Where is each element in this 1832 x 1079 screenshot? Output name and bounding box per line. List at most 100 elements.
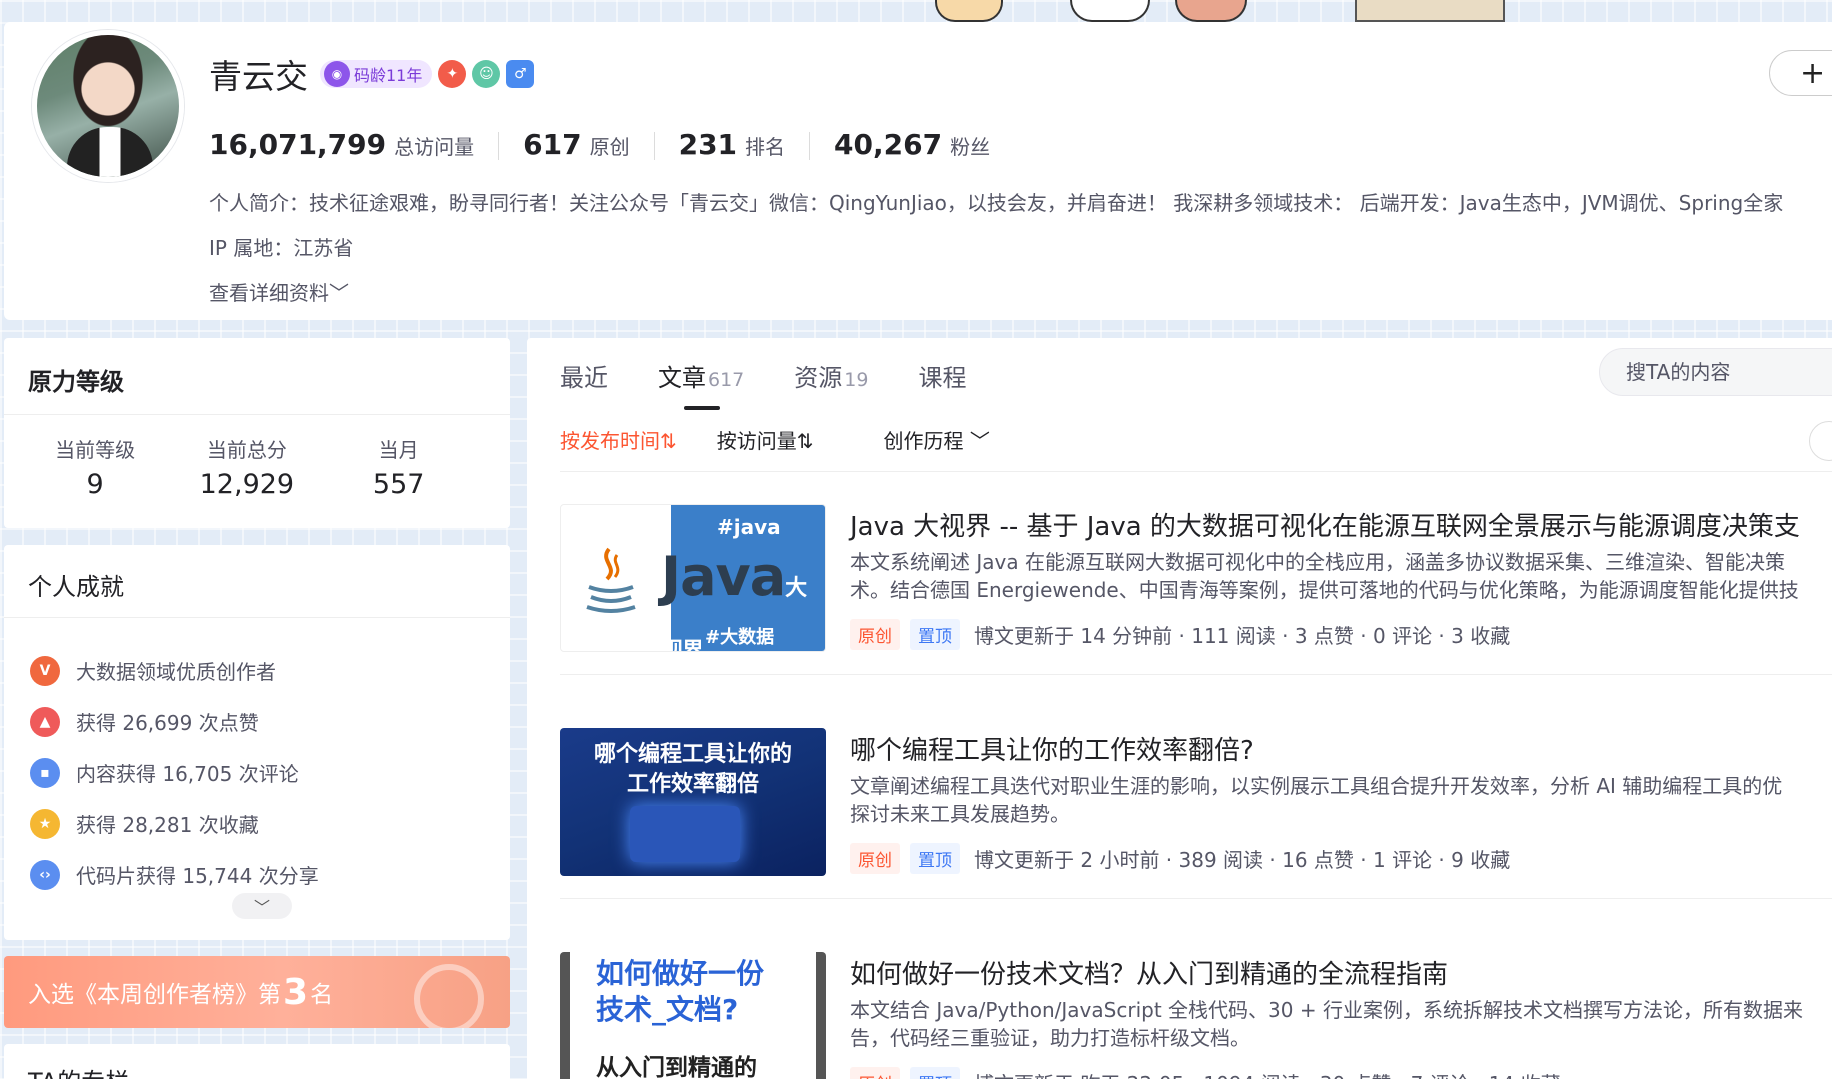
stat-original[interactable]: 617 原创 [498,128,653,161]
current-month-score[interactable]: 当月 557 [308,434,490,500]
stat-value: 557 [372,469,425,500]
article-item[interactable]: 哪个编程工具让你的 工作效率翻倍 哪个编程工具让你的工作效率翻倍? 文章阐述编程… [560,728,1832,878]
creation-history-dropdown[interactable]: 创作历程 ﹀ [884,425,990,454]
stat-fans[interactable]: 40,267 粉丝 [809,131,1014,160]
chevron-down-icon: ﹀ [329,281,349,305]
stat-label: 排名 [745,135,786,159]
plus-icon: + [1800,55,1826,91]
current-level[interactable]: 当前等级 9 [4,434,186,500]
desc-line: 术。结合德国 Energiewende、中国青海等案例，提供可落地的代码与优化策… [850,578,1799,602]
sort-by-time[interactable]: 按发布时间⇅ [560,425,677,454]
current-total-score[interactable]: 当前总分 12,929 [186,434,307,500]
divider [560,674,1832,675]
follow-button[interactable]: + [1769,50,1832,96]
stat-label: 原创 [589,135,630,159]
rank-emblem-icon [414,964,484,1028]
creator-medal-icon[interactable]: ✦ [438,60,467,88]
chevron-down-icon: ﹀ [969,429,990,453]
article-stats: 博文更新于 14 分钟前 · 111 阅读 · 3 点赞 · 0 评论 · 3 … [974,624,1511,648]
article-title[interactable]: Java 大视界 -- 基于 Java 的大数据可视化在能源互联网全景展示与能源… [850,506,1800,543]
force-level-stats: 当前等级 9 当前总分 12,929 当月 557 [4,434,510,500]
header-illustration-panda [1070,0,1150,22]
stat-value: 9 [86,469,104,500]
article-thumbnail[interactable]: 哪个编程工具让你的 工作效率翻倍 [560,728,826,876]
tab-articles[interactable]: 文章 617 [658,358,745,410]
article-meta: 原创 置顶 博文更新于 2 小时前 · 389 阅读 · 16 点赞 · 1 评… [850,843,1510,874]
article-item[interactable]: #java Java大视界 #大数据 Java 大视界 -- 基于 Java 的… [560,504,1832,654]
article-meta: 原创 置顶 博文更新于 昨天 22:05 · 1094 阅读 · 30 点赞 ·… [850,1067,1561,1079]
star-icon: ★ [30,808,60,839]
achievement-item: ★ 获得 28,281 次收藏 [30,798,319,849]
search-input[interactable]: 搜TA的内容 [1599,348,1832,396]
ta-column-card: TA的专栏 [4,1044,510,1079]
article-item[interactable]: 如何做好一份 技术_文档? 从入门到精通的 如何做好一份技术文档？从入门到精通的… [560,952,1832,1079]
sort-by-views[interactable]: 按访问量⇅ [717,425,814,454]
stat-number: 231 [678,128,738,161]
stat-label: 当前等级 [55,438,136,462]
name-row: 青云交 ◉ 码龄11年 ✦ ☺ ♂ [209,50,535,98]
thumb-line: 工作效率翻倍 [626,772,759,797]
divider [560,471,1832,472]
achievement-list: V 大数据领域优质创作者 ▲ 获得 26,699 次点赞 ▪ 内容获得 16,7… [30,645,319,900]
content-panel: 最近 文章 617 资源 19 课程 搜TA的内容 按发布时间⇅ 按访问量⇅ 创作历… [527,338,1832,1079]
stat-value: 12,929 [199,469,295,500]
original-tag: 原创 [850,843,900,874]
robot-icon: ◉ [324,61,350,87]
code-age-badge[interactable]: ◉ 码龄11年 [320,60,433,88]
ip-location: IP 属地：江苏省 [209,236,354,260]
stat-label: 粉丝 [950,135,991,159]
achievement-text: 大数据领域优质创作者 [76,660,276,684]
code-icon: ‹› [30,859,60,890]
desc-line: 探讨未来工具发展趋势。 [850,802,1070,826]
sort-bar: 按发布时间⇅ 按访问量⇅ 创作历程 ﹀ [560,425,990,454]
article-title[interactable]: 如何做好一份技术文档？从入门到精通的全流程指南 [850,954,1448,991]
content-tabs: 最近 文章 617 资源 19 课程 [560,358,966,410]
thumb-title: 哪个编程工具让你的 工作效率翻倍 [560,740,826,800]
user-name: 青云交 [209,57,308,96]
pinned-tag: 置顶 [910,843,960,874]
desc-line: 文章阐述编程工具迭代对职业生涯的影响，以实例展示工具组合提升开发效率，分析 AI… [850,774,1783,798]
rank-number: 3 [283,971,309,1013]
tab-resources[interactable]: 资源 19 [794,358,868,408]
tab-recent[interactable]: 最近 [560,358,608,408]
divider [4,617,510,618]
thumb-up-icon: ▲ [30,706,60,737]
avatar[interactable] [32,30,184,182]
stat-rank[interactable]: 231 排名 [653,128,809,161]
view-details-link[interactable]: 查看详细资料﹀ [209,277,349,306]
tab-label: 文章 [658,364,706,392]
desc-line: 告，代码经三重验证，助力打造标杆级文档。 [850,1026,1250,1050]
rank-suffix: 名 [310,982,334,1008]
original-tag: 原创 [850,1067,900,1079]
thumb-title: 如何做好一份 技术_文档? [596,956,764,1028]
gender-male-icon[interactable]: ♂ [506,60,535,88]
tab-courses[interactable]: 课程 [918,358,966,408]
expand-achievements-button[interactable]: ﹀ [232,893,292,919]
profile-card: 青云交 ◉ 码龄11年 ✦ ☺ ♂ 16,071,799 总访问量 617 原创… [4,22,1832,320]
stat-number: 16,071,799 [209,128,387,161]
stat-number: 617 [523,128,582,161]
tab-label: 课程 [918,364,967,392]
pinned-tag: 置顶 [910,1067,960,1079]
stat-total-views[interactable]: 16,071,799 总访问量 [209,128,498,161]
divider [4,414,510,415]
view-details-label: 查看详细资料 [209,281,329,305]
divider [560,898,1832,899]
article-title[interactable]: 哪个编程工具让你的工作效率翻倍? [850,730,1254,767]
stat-label: 总访问量 [394,135,475,159]
tab-label: 最近 [560,364,608,392]
article-thumbnail[interactable]: #java Java大视界 #大数据 [560,504,826,652]
ta-column-title: TA的专栏 [28,1062,129,1079]
tab-count: 617 [708,369,745,391]
achievement-item: ▲ 获得 26,699 次点赞 [30,696,319,747]
weekly-creator-rank-banner[interactable]: 入选《本周创作者榜》第 3 名 [4,956,510,1028]
view-toggle-button[interactable] [1809,421,1832,461]
profile-bio: 个人简介：技术征途艰难，盼寻同行者！关注公众号「青云交」微信：QingYunJi… [209,191,1784,215]
rank-prefix: 入选《本周创作者榜》第 [28,982,281,1008]
article-thumbnail[interactable]: 如何做好一份 技术_文档? 从入门到精通的 [560,952,826,1079]
force-level-title: 原力等级 [28,368,124,396]
community-medal-icon[interactable]: ☺ [472,60,501,88]
pinned-tag: 置顶 [910,619,960,650]
article-description: 本文结合 Java/Python/JavaScript 全栈代码、30 + 行业… [850,996,1832,1052]
v-badge-icon: V [30,655,60,686]
